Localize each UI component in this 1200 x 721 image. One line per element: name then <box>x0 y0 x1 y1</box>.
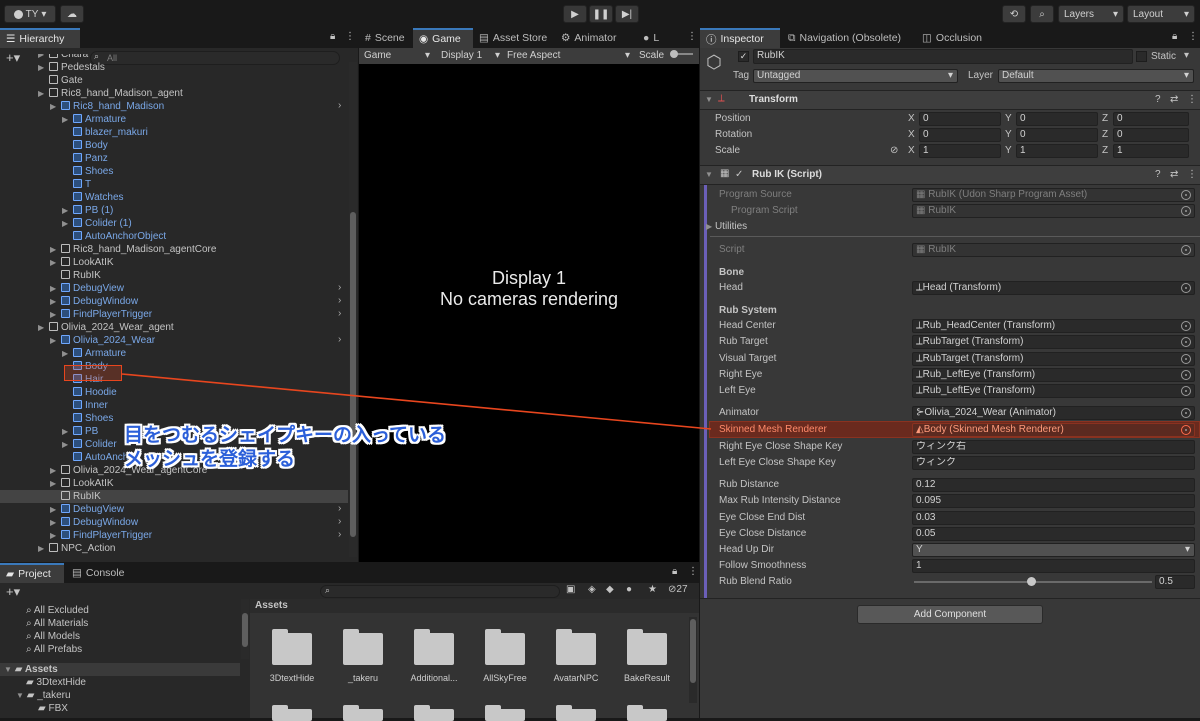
annotation-line-2: メッシュを登録する <box>124 449 296 470</box>
annotation-line-1: 目をつむるシェイプキーの入っている <box>124 425 447 446</box>
annotation-line <box>121 373 712 430</box>
hierarchy-highlight-body <box>64 365 122 381</box>
annotation-arrow-overlay <box>121 373 712 430</box>
annotation-callout: 目をつむるシェイプキーの入っている メッシュを登録する <box>124 424 446 472</box>
